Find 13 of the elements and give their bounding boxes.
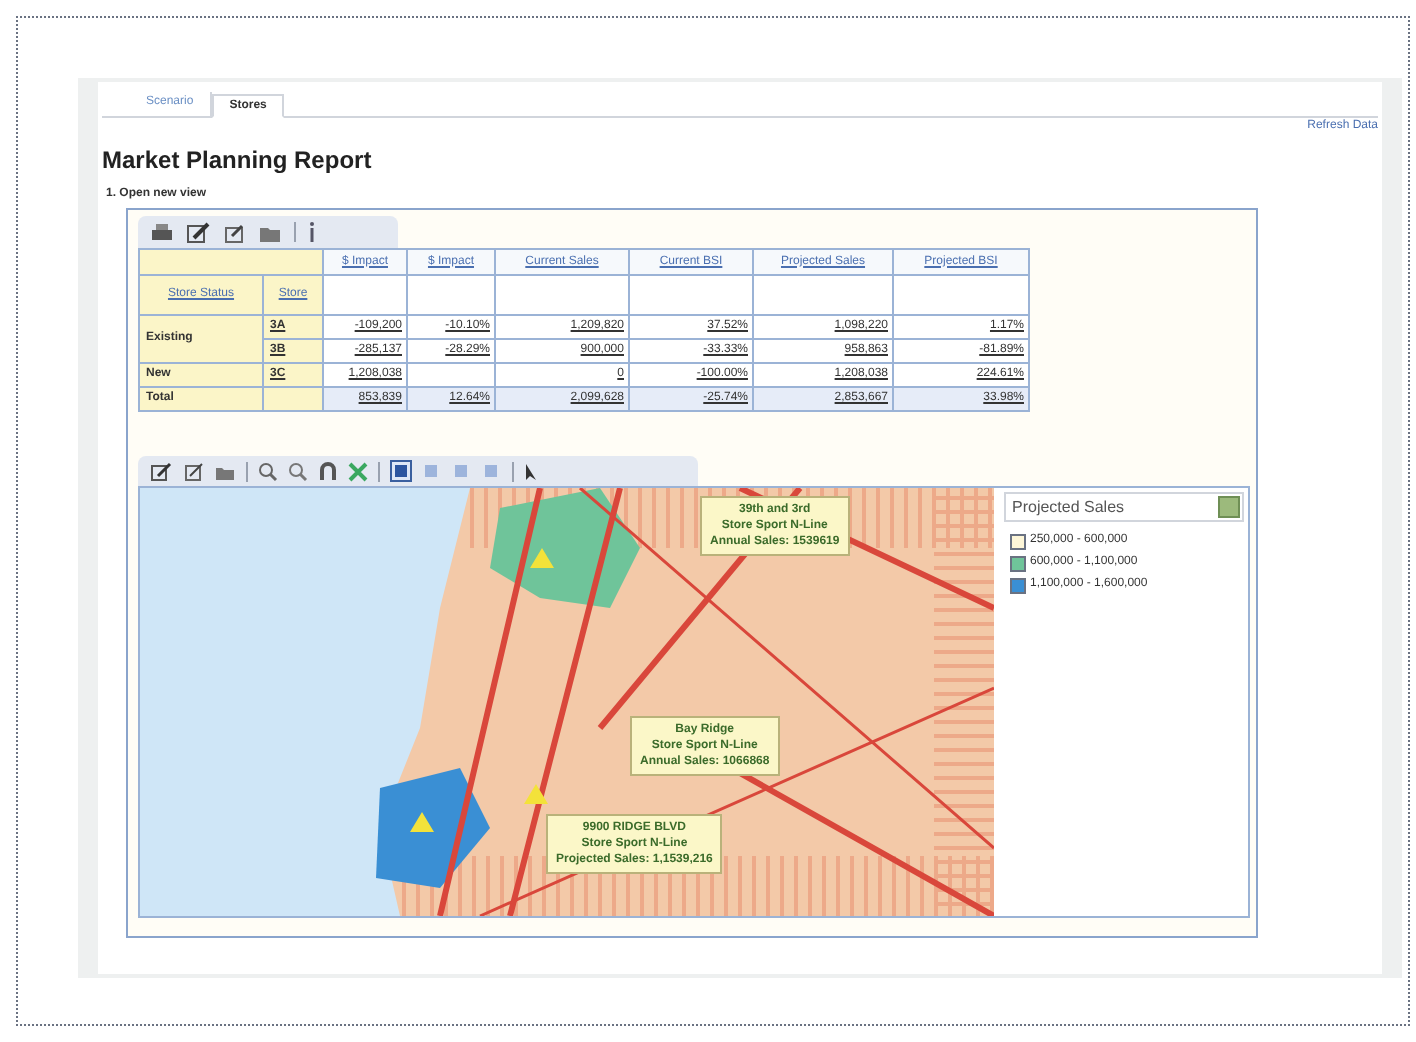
layout-button[interactable] xyxy=(390,460,412,482)
edit-icon[interactable] xyxy=(182,461,204,481)
legend-toggle-icon[interactable] xyxy=(1218,496,1240,518)
pointer-icon[interactable] xyxy=(524,461,540,481)
zoom-out-icon[interactable] xyxy=(288,461,308,481)
edit-icon[interactable] xyxy=(186,221,210,243)
zoom-in-icon[interactable] xyxy=(258,461,278,481)
report-title: Market Planning Report xyxy=(102,144,374,178)
legend-title: Projected Sales xyxy=(1012,495,1125,519)
edit-icon[interactable] xyxy=(222,221,246,243)
info-icon[interactable] xyxy=(308,222,316,242)
edit-icon[interactable] xyxy=(150,461,172,481)
printer-icon[interactable] xyxy=(150,221,174,243)
